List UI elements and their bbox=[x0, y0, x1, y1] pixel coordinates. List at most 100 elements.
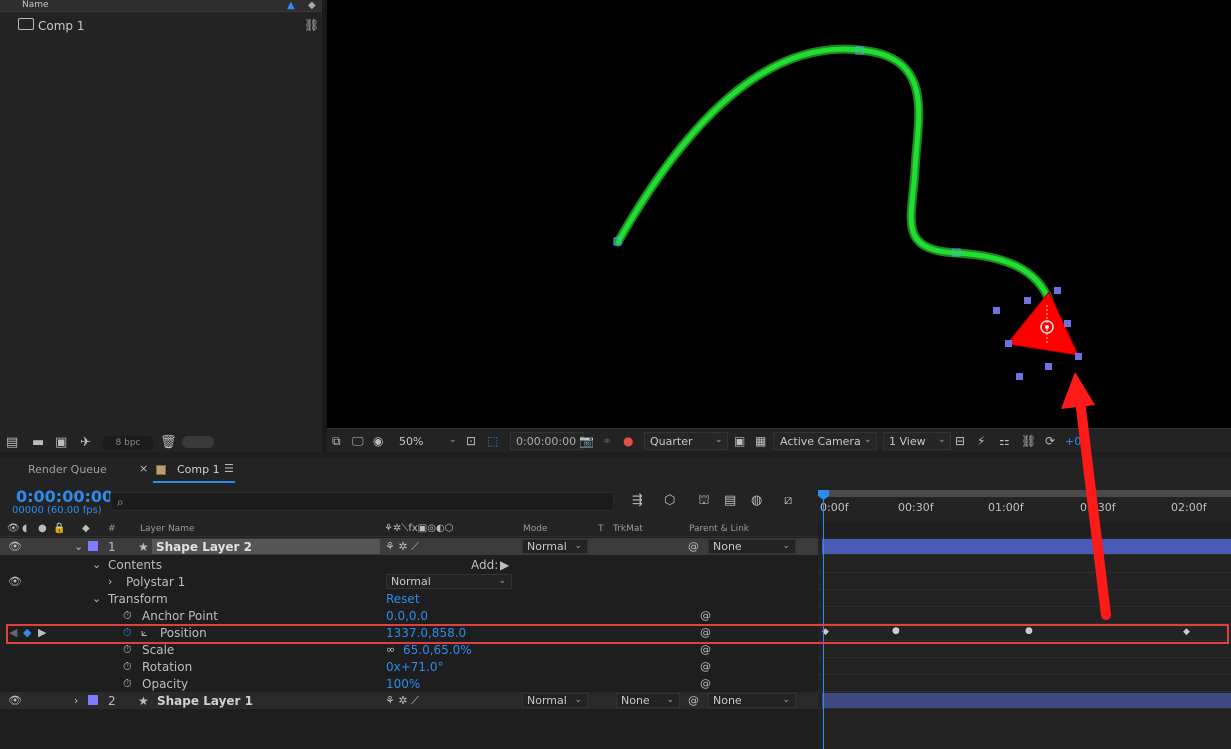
polystar-mode-dropdown[interactable]: Normal ⌄ bbox=[386, 574, 512, 589]
parent-link-column[interactable]: Parent & Link bbox=[689, 524, 749, 534]
expression-pick-whip-icon[interactable]: @ bbox=[700, 609, 711, 622]
hide-shy-layers-icon[interactable]: ⛫ bbox=[698, 493, 710, 510]
number-column[interactable]: # bbox=[108, 524, 116, 534]
scale-value[interactable]: 65.0,65.0% bbox=[403, 643, 472, 657]
fast-previews-lightning-icon[interactable]: ⚡ bbox=[977, 434, 985, 448]
graph-editor-icon[interactable]: ⧄ bbox=[784, 493, 792, 508]
label-color-swatch[interactable] bbox=[88, 695, 98, 705]
chevron-down-icon[interactable]: ⌄ bbox=[92, 592, 101, 605]
expression-pick-whip-icon[interactable]: @ bbox=[700, 660, 711, 673]
trkmat-dropdown[interactable]: None ⌄ bbox=[616, 693, 680, 708]
new-composition-icon[interactable]: ▣ bbox=[55, 435, 67, 450]
sort-arrow-icon[interactable]: ▲ bbox=[287, 0, 295, 11]
stopwatch-icon[interactable]: ⏱ bbox=[123, 660, 132, 674]
rotation-row[interactable]: ⏱ Rotation 0x+71.0° @ bbox=[0, 658, 818, 675]
layer-row-2[interactable]: 👁 › 2 ★ Shape Layer 1 ⚘ ✲ ⟋ Normal ⌄ None… bbox=[0, 692, 818, 709]
constrain-proportions-icon[interactable]: ∞ bbox=[386, 643, 395, 656]
chevron-down-icon[interactable]: ⌄ bbox=[92, 558, 101, 571]
parent-dropdown[interactable]: None ⌄ bbox=[708, 693, 796, 708]
audio-switch-icon[interactable]: ◖ bbox=[22, 523, 27, 534]
layer-name-box[interactable]: Shape Layer 2 bbox=[152, 539, 380, 554]
chevron-down-icon[interactable]: ⌄ bbox=[449, 435, 457, 445]
mode-dropdown[interactable]: Normal ⌄ bbox=[522, 693, 588, 708]
draft-3d-icon[interactable]: ⬡ bbox=[664, 493, 675, 508]
project-settings-icon[interactable]: ✈ bbox=[80, 435, 91, 450]
reset-exposure-icon[interactable]: ⟳ bbox=[1045, 434, 1055, 448]
anchor-point-row[interactable]: ⏱ Anchor Point 0.0,0.0 @ bbox=[0, 607, 818, 624]
zoom-dropdown[interactable]: 50% bbox=[399, 435, 423, 448]
opacity-value[interactable]: 100% bbox=[386, 677, 420, 691]
contents-row[interactable]: ⌄ Contents Add: ▶ bbox=[0, 556, 818, 573]
mask-visibility-icon[interactable]: ◉ bbox=[373, 434, 383, 448]
eye-icon[interactable]: 👁 bbox=[8, 694, 22, 707]
label-tag-icon[interactable]: ◆ bbox=[82, 523, 90, 534]
chevron-right-icon[interactable]: › bbox=[108, 575, 112, 588]
thumbnail-slider[interactable] bbox=[182, 436, 214, 448]
track-layer-1[interactable] bbox=[818, 538, 1231, 555]
chevron-right-icon[interactable]: › bbox=[74, 694, 78, 707]
label-color-swatch[interactable] bbox=[88, 541, 98, 551]
composition-viewer[interactable] bbox=[327, 0, 1231, 428]
mode-column[interactable]: Mode bbox=[523, 524, 548, 534]
stopwatch-icon[interactable]: ⏱ bbox=[123, 677, 132, 691]
layer-row-1[interactable]: 👁 ⌄ 1 ★ Shape Layer 2 ⚘ ✲ ⟋ Normal ⌄ @ No… bbox=[0, 538, 818, 555]
switches-column-icons[interactable]: ⚘✲⟍fx▣◎◐⬡ bbox=[384, 523, 453, 534]
add-menu-icon[interactable]: ▶ bbox=[500, 558, 509, 572]
expression-pick-whip-icon[interactable]: @ bbox=[700, 643, 711, 656]
trkmat-column[interactable]: TrkMat bbox=[613, 524, 643, 534]
motion-blur-icon[interactable]: ◍ bbox=[751, 493, 762, 508]
tab-render-queue[interactable]: Render Queue bbox=[28, 463, 107, 476]
tab-comp-1[interactable]: Comp 1 ☰ bbox=[153, 457, 235, 483]
lock-switch-icon[interactable]: 🔒 bbox=[53, 523, 65, 534]
toggle-transparency-icon[interactable]: ▦ bbox=[755, 434, 766, 448]
close-icon[interactable]: × bbox=[139, 462, 148, 475]
layer-duration-bar[interactable] bbox=[822, 693, 1231, 708]
region-of-interest-icon[interactable]: ⊡ bbox=[466, 434, 476, 448]
video-switch-icon[interactable]: 👁 bbox=[7, 523, 20, 534]
pick-whip-icon[interactable]: @ bbox=[688, 540, 699, 553]
polystar-row[interactable]: 👁 › Polystar 1 Normal ⌄ bbox=[0, 573, 818, 590]
transform-row[interactable]: ⌄ Transform Reset bbox=[0, 590, 818, 607]
flowchart-icon[interactable]: ⛓ bbox=[304, 18, 319, 32]
shy-switch-icon[interactable]: ⚘ ✲ ⟋ bbox=[385, 540, 419, 554]
transparency-grid-icon[interactable]: ⬚ bbox=[487, 434, 498, 448]
parent-dropdown[interactable]: None ⌄ bbox=[708, 539, 796, 554]
stopwatch-icon[interactable]: ⏱ bbox=[123, 643, 132, 657]
current-time-indicator[interactable] bbox=[823, 496, 824, 749]
exposure-value[interactable]: +0 bbox=[1065, 435, 1081, 448]
panel-menu-icon[interactable]: ☰ bbox=[224, 462, 234, 475]
tag-icon[interactable]: ◆ bbox=[308, 0, 316, 11]
anchor-point-value[interactable]: 0.0,0.0 bbox=[386, 609, 428, 623]
timeline-icon[interactable]: ⚏ bbox=[999, 434, 1010, 448]
eye-icon[interactable]: 👁 bbox=[8, 540, 22, 553]
snapshot-camera-icon[interactable]: 📷 bbox=[579, 434, 594, 448]
frame-blending-icon[interactable]: ▤ bbox=[724, 493, 736, 508]
always-preview-icon[interactable]: ⧉ bbox=[332, 434, 341, 449]
flowchart-icon[interactable]: ⛓ bbox=[1021, 434, 1036, 448]
collapse-chevron-icon[interactable]: ⌄ bbox=[74, 540, 83, 553]
time-ruler[interactable]: 0:00f 00:30f 01:00f 01:30f 02:00f bbox=[818, 486, 1231, 522]
toggle-pixel-aspect-icon[interactable]: ⊟ bbox=[955, 434, 965, 448]
layer-duration-bar[interactable] bbox=[822, 539, 1231, 554]
current-time-display[interactable]: 0:00:00:00 bbox=[16, 487, 113, 506]
expression-pick-whip-icon[interactable]: @ bbox=[700, 677, 711, 690]
color-channels-icon[interactable]: ● bbox=[623, 434, 633, 448]
camera-dropdown[interactable]: Active Camera ⌄ bbox=[773, 432, 877, 450]
viewer-timecode-box[interactable]: 0:00:00:00 bbox=[510, 432, 584, 450]
project-item-comp[interactable]: Comp 1 ⛓ bbox=[0, 16, 322, 34]
name-column-label[interactable]: Name bbox=[22, 0, 49, 10]
reset-link[interactable]: Reset bbox=[386, 592, 420, 606]
work-area-bar[interactable] bbox=[824, 490, 1231, 497]
monitor-icon[interactable]: 🖵 bbox=[352, 434, 364, 449]
track-layer-2[interactable] bbox=[818, 692, 1231, 709]
fast-previews-icon[interactable]: ▣ bbox=[734, 434, 745, 448]
rotation-value[interactable]: 0x+71.0° bbox=[386, 660, 444, 674]
eye-icon[interactable]: 👁 bbox=[8, 575, 22, 588]
layer-name[interactable]: Shape Layer 1 bbox=[157, 694, 253, 708]
bit-depth-button[interactable]: 8 bpc bbox=[102, 436, 154, 450]
solo-switch-icon[interactable]: ● bbox=[38, 523, 47, 534]
t-column[interactable]: T bbox=[598, 524, 604, 534]
layer-name-column[interactable]: Layer Name bbox=[140, 524, 195, 534]
mode-dropdown[interactable]: Normal ⌄ bbox=[522, 539, 588, 554]
new-folder-icon[interactable]: ▬ bbox=[32, 435, 44, 450]
